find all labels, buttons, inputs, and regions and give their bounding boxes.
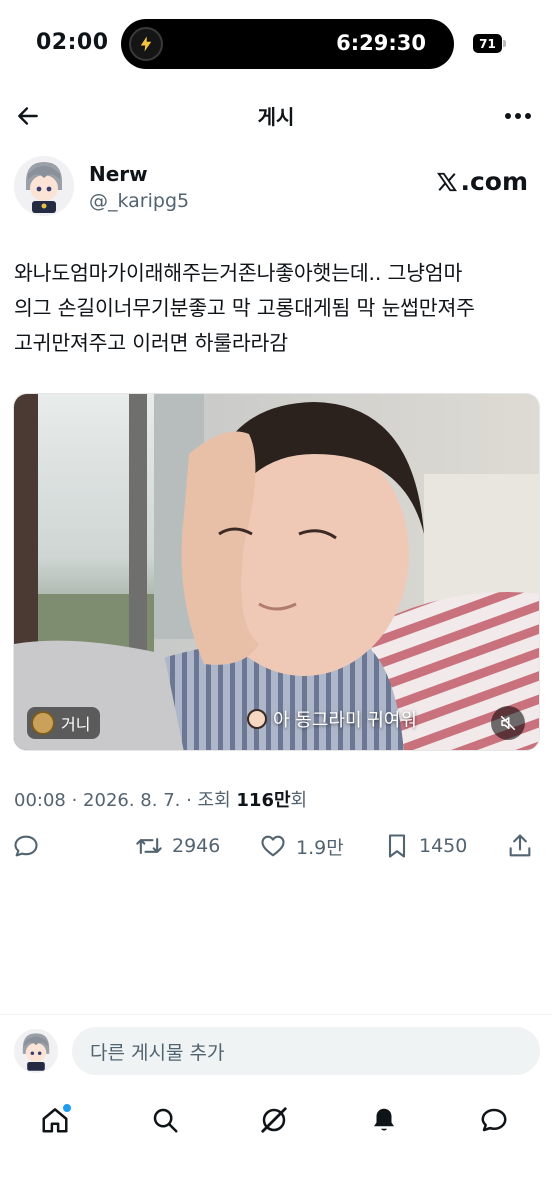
status-time: 02:00 [36,30,109,55]
reply-button[interactable] [12,828,40,864]
post-meta: 00:08 · 2026. 8. 7. · 조회 116만회 [14,790,308,811]
like-icon [261,835,285,857]
like-button[interactable]: 1.9만 [258,828,344,864]
post-time: 00:08 [14,790,66,811]
page-title: 게시 [257,105,295,129]
repost-button[interactable]: 2946 [134,828,220,864]
muted-speaker-icon[interactable] [491,706,525,740]
bookmark-icon [388,834,406,858]
post-text-line: 와나도엄마가이래해주는거존나좋아햇는데.. 그냥엄마 [14,261,463,285]
share-icon [509,834,531,857]
brand-suffix: .com [460,167,528,196]
creator-avatar-icon [31,711,55,735]
top-bar: 게시 [0,92,552,138]
notification-dot [63,1104,71,1112]
reply-placeholder: 다른 게시물 추가 [90,1041,225,1064]
author-avatar[interactable] [14,156,74,216]
messages-icon [481,1108,507,1132]
x-logo-icon [437,172,458,191]
status-bar: 02:00 6:29:30 71 [0,0,552,92]
battery-icon: 71 [473,34,506,53]
grok-icon [261,1107,287,1133]
nav-grok[interactable] [256,1102,292,1138]
reply-icon [14,835,38,857]
action-bar: 2946 1.9만 1450 [0,828,552,864]
author-name[interactable]: Nerw [89,162,148,186]
like-count: 1.9만 [296,836,344,859]
battery-level: 71 [473,34,502,53]
nav-notifications[interactable] [366,1102,402,1138]
post-text-line: 고귀만져주고 이러면 하룰라라감 [14,331,288,355]
views-unit-strong: 만 [273,790,291,811]
video-frame [14,394,539,750]
repost-icon [136,837,162,855]
face-emoji-icon [247,709,267,729]
video-caption: 아 동그라미 귀여워 [247,706,417,732]
reply-bar: 다른 게시물 추가 [0,1014,552,1086]
author-handle[interactable]: @_karipg5 [89,190,189,212]
repost-count: 2946 [172,835,221,857]
post-text-line: 의그 손길이너무기분좋고 막 고롱대게됨 막 눈썹만져주 [14,296,475,320]
bookmark-button[interactable]: 1450 [383,828,467,864]
share-button[interactable] [506,828,534,864]
user-avatar[interactable] [14,1029,58,1073]
notifications-icon [374,1108,394,1131]
post-text: 와나도엄마가이래해주는거존나좋아햇는데.. 그냥엄마 의그 손길이너무기분좋고 … [14,256,542,361]
views-unit: 회 [290,790,308,811]
views-label: 조회 [197,790,231,811]
bolt-icon [129,27,163,61]
views-number[interactable]: 116 [236,790,274,811]
post-video[interactable]: 거니 아 동그라미 귀여워 [13,393,540,751]
dynamic-island[interactable]: 6:29:30 [121,19,454,69]
nav-messages[interactable] [476,1102,512,1138]
caption-text: 아 동그라미 귀여워 [273,710,417,731]
post-date: 2026. 8. 7. [83,790,181,811]
x-brand: .com [436,167,528,196]
nav-search[interactable] [147,1102,183,1138]
creator-label: 거니 [61,715,91,734]
bottom-nav [0,1090,552,1150]
bookmark-count: 1450 [419,835,468,857]
creator-chip[interactable]: 거니 [27,707,101,739]
activity-timer: 6:29:30 [336,31,426,55]
nav-home[interactable] [37,1102,73,1138]
more-icon[interactable] [500,98,536,134]
reply-input[interactable]: 다른 게시물 추가 [72,1027,540,1075]
search-icon [153,1108,178,1133]
